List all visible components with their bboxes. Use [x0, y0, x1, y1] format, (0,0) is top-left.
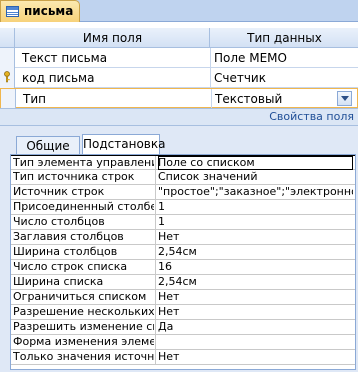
property-row[interactable]: Тип элемента управления Поле со списком: [11, 155, 355, 171]
field-name-cell[interactable]: Тип: [23, 89, 46, 109]
property-value[interactable]: 2,54см: [158, 245, 353, 259]
property-row[interactable]: Ограничиться списком Нет: [11, 290, 355, 305]
property-row[interactable]: Разрешить изменение списка значений Да: [11, 320, 355, 335]
property-row[interactable]: Ширина столбцов 2,54см: [11, 245, 355, 260]
property-label: Число строк списка: [13, 260, 128, 273]
property-row[interactable]: Присоединенный столбец 1: [11, 200, 355, 215]
property-label: Тип элемента управления: [13, 156, 154, 169]
grid-row[interactable]: код письма Счетчик: [0, 68, 358, 88]
property-value[interactable]: Нет: [158, 350, 353, 364]
property-label: Ширина списка: [13, 275, 104, 288]
property-sheet: Тип элемента управления Поле со списком …: [10, 154, 356, 370]
property-label: Ширина столбцов: [13, 245, 118, 258]
document-tab-label: письма: [24, 4, 74, 18]
property-value[interactable]: 2,54см: [158, 275, 353, 289]
property-label: Источник строк: [13, 185, 105, 198]
data-type-cell[interactable]: Счетчик: [214, 68, 266, 88]
column-header-field-name: Имя поля: [16, 28, 210, 48]
property-value[interactable]: Нет: [158, 305, 353, 319]
field-properties-bar: Свойства поля: [0, 108, 358, 126]
property-label: Только значения источника строк: [13, 350, 154, 363]
property-row[interactable]: Тип источника строк Список значений: [11, 170, 355, 185]
tab-general[interactable]: Общие: [16, 136, 80, 156]
column-header-data-type: Тип данных: [247, 31, 322, 45]
row-selector[interactable]: [0, 48, 15, 68]
primary-key-icon: [4, 71, 10, 83]
property-row[interactable]: Форма изменения элементов списка: [11, 335, 355, 350]
property-label: Ограничиться списком: [13, 290, 147, 303]
property-value[interactable]: 1: [158, 215, 353, 229]
property-label: Разрешение нескольких значений: [13, 305, 154, 318]
property-value[interactable]: Нет: [158, 230, 353, 244]
property-label: Тип источника строк: [13, 170, 135, 183]
header-row-selector: [0, 28, 15, 48]
property-row[interactable]: Число столбцов 1: [11, 215, 355, 230]
document-tab[interactable]: письма: [0, 0, 80, 22]
property-value[interactable]: Да: [158, 320, 353, 334]
property-label: Присоединенный столбец: [13, 200, 154, 213]
data-type-cell[interactable]: Текстовый: [215, 89, 282, 109]
property-value[interactable]: "простое";"заказное";"электронное": [158, 185, 353, 199]
property-row[interactable]: Число строк списка 16: [11, 260, 355, 275]
field-name-cell[interactable]: код письма: [22, 68, 94, 88]
property-row[interactable]: Заглавия столбцов Нет: [11, 230, 355, 245]
property-row[interactable]: Ширина списка 2,54см: [11, 275, 355, 290]
property-label: Число столбцов: [13, 215, 105, 228]
property-value[interactable]: 16: [158, 260, 353, 274]
property-label: Заглавия столбцов: [13, 230, 124, 243]
row-selector[interactable]: [0, 68, 15, 88]
property-row[interactable]: Разрешение нескольких значений Нет: [11, 305, 355, 320]
field-name-cell[interactable]: Текст письма: [22, 48, 107, 68]
property-row[interactable]: Источник строк "простое";"заказное";"эле…: [11, 185, 355, 200]
property-row[interactable]: Только значения источника строк Нет: [11, 350, 355, 365]
chevron-down-icon: [341, 96, 349, 101]
property-label: Форма изменения элементов списка: [13, 335, 154, 348]
tab-lookup[interactable]: Подстановка: [82, 134, 165, 155]
table-icon: [6, 6, 19, 17]
property-value[interactable]: 1: [158, 200, 353, 214]
document-tab-bar: письма: [0, 0, 358, 22]
property-value[interactable]: Нет: [158, 290, 353, 304]
property-label: Разрешить изменение списка значений: [13, 320, 154, 333]
field-properties-title: Свойства поля: [269, 110, 354, 123]
grid-row[interactable]: Текст письма Поле MEMO: [0, 48, 358, 68]
row-selector[interactable]: [1, 89, 16, 109]
property-value[interactable]: Поле со списком: [158, 156, 353, 170]
data-type-cell[interactable]: Поле MEMO: [214, 48, 287, 68]
data-type-dropdown-button[interactable]: [337, 91, 352, 106]
property-value[interactable]: Список значений: [158, 170, 353, 184]
field-properties-panel: Общие Подстановка Тип элемента управлени…: [0, 126, 358, 372]
grid-row-current[interactable]: Тип Текстовый: [0, 88, 358, 109]
grid-header: Имя поля Тип данных: [0, 28, 358, 48]
